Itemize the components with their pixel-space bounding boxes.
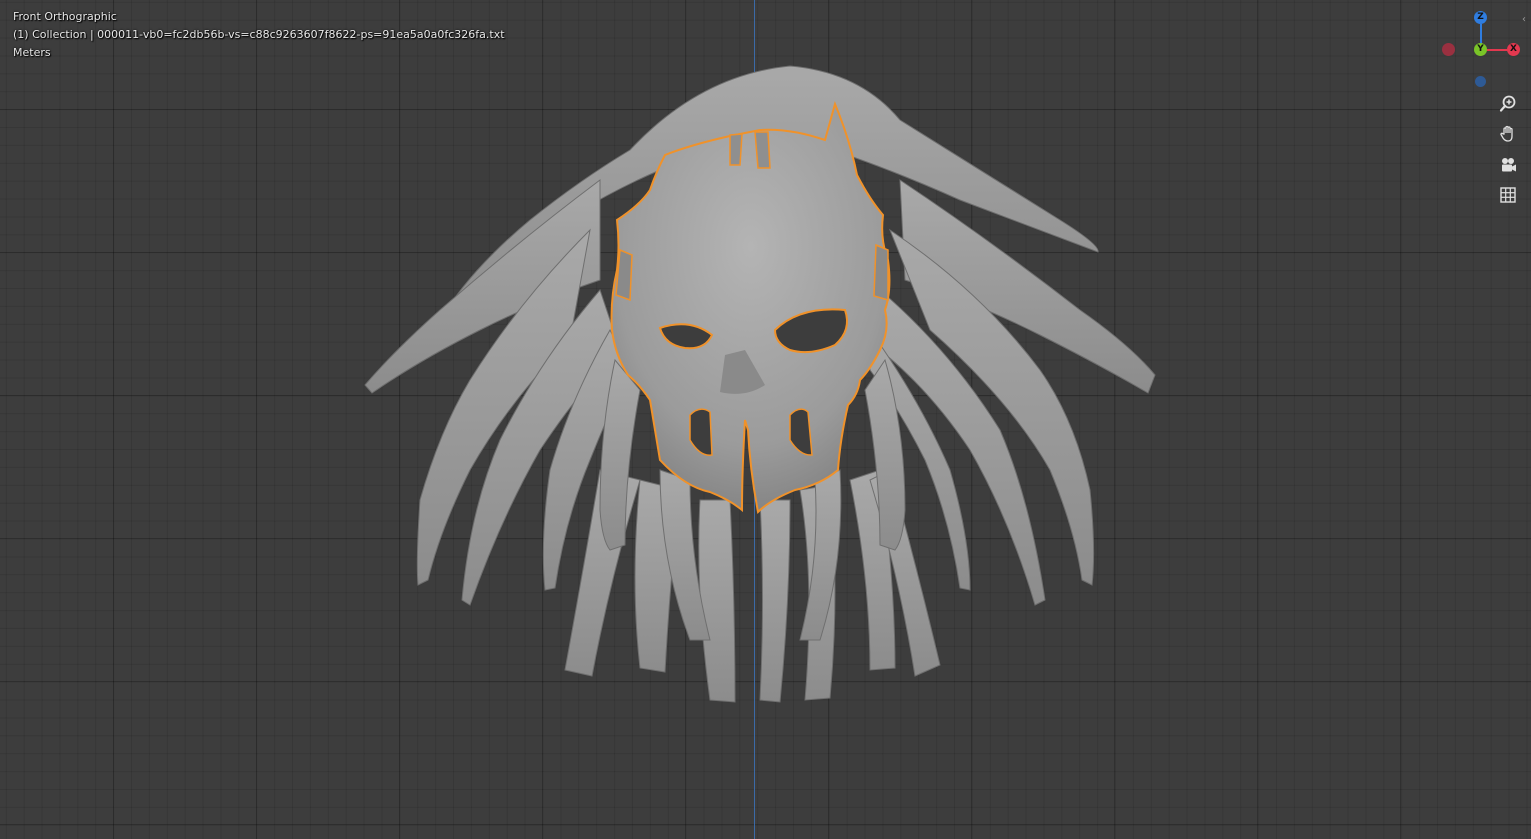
- collection-info-label: (1) Collection | 000011-vb0=fc2db56b-vs=…: [13, 28, 505, 41]
- 3d-viewport[interactable]: Front Orthographic (1) Collection | 0000…: [0, 0, 1531, 839]
- zoom-button[interactable]: [1495, 91, 1521, 117]
- camera-view-icon: [1502, 158, 1516, 172]
- grid-toggle-button[interactable]: [1495, 182, 1521, 208]
- gizmo-z-ball[interactable]: Z: [1474, 11, 1487, 24]
- gizmo-x-ball[interactable]: X: [1507, 43, 1520, 56]
- zoom-icon: [1499, 95, 1516, 112]
- camera-view-button[interactable]: [1495, 152, 1521, 178]
- gizmo-neg-x-ball[interactable]: [1442, 43, 1455, 56]
- hand-pan-icon: [1500, 125, 1513, 142]
- gizmo-neg-z-ball[interactable]: [1475, 76, 1486, 87]
- predator-mask-model[interactable]: [0, 0, 1531, 839]
- pan-button[interactable]: [1495, 121, 1521, 147]
- grid-toggle-icon: [1500, 187, 1516, 203]
- navigation-gizmo[interactable]: Z Y X: [1440, 8, 1520, 92]
- viewport-info-overlay: Front Orthographic (1) Collection | 0000…: [13, 8, 505, 62]
- sidebar-collapse-arrow-icon[interactable]: ‹: [1522, 14, 1526, 25]
- gizmo-y-ball[interactable]: Y: [1474, 43, 1487, 56]
- gizmo-x-line: [1486, 49, 1508, 51]
- view-name-label: Front Orthographic: [13, 10, 117, 23]
- units-label: Meters: [13, 46, 51, 59]
